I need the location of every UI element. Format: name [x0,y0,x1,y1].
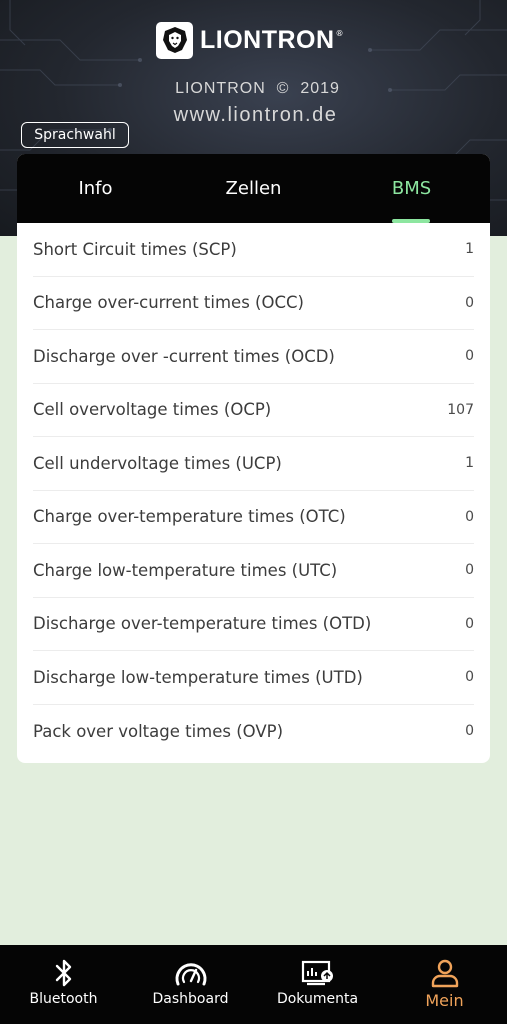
list-item: Charge low-temperature times (UTC) 0 [33,544,474,598]
stat-value: 0 [465,508,474,525]
documents-icon [301,957,335,989]
stat-label: Discharge low-temperature times (UTD) [33,667,363,687]
nav-documents[interactable]: Dokumenta [254,945,381,1024]
stat-label: Discharge over -current times (OCD) [33,346,335,366]
nav-dashboard[interactable]: Dashboard [127,945,254,1024]
stat-label: Charge low-temperature times (UTC) [33,560,338,580]
list-item: Discharge over -current times (OCD) 0 [33,330,474,384]
stat-label: Short Circuit times (SCP) [33,239,237,259]
list-item: Charge over-current times (OCC) 0 [33,277,474,330]
stat-value: 1 [465,455,474,472]
nav-label: Dashboard [152,991,229,1007]
stat-value: 0 [465,348,474,365]
stat-label: Cell overvoltage times (OCP) [33,400,272,420]
bottom-navigation: Bluetooth Dashboard Dokumenta Mein [0,945,507,1024]
list-item: Cell undervoltage times (UCP) 1 [33,437,474,491]
tab-label: Info [78,178,113,199]
lion-logo-icon [156,21,193,59]
nav-label: Dokumenta [276,991,359,1007]
stat-label: Cell undervoltage times (UCP) [33,453,282,473]
stat-value: 0 [465,562,474,579]
tab-info[interactable]: Info [17,154,174,223]
list-item: Discharge low-temperature times (UTD) 0 [33,651,474,705]
person-icon [430,957,460,989]
stat-value: 0 [465,615,474,632]
tab-label: BMS [391,178,432,199]
stat-value: 0 [465,723,474,740]
stat-value: 0 [465,669,474,686]
list-item: Charge over-temperature times (OTC) 0 [33,491,474,544]
stat-label: Pack over voltage times (OVP) [33,721,284,741]
tab-zellen[interactable]: Zellen [175,154,332,223]
bms-card: Info Zellen BMS Short Circuit times (SCP… [17,154,490,763]
tab-label: Zellen [225,178,282,199]
stat-value: 107 [447,401,474,418]
nav-label: Bluetooth [29,991,98,1007]
stat-value: 0 [465,294,474,311]
gauge-icon [174,957,208,989]
list-item: Cell overvoltage times (OCP) 107 [33,384,474,437]
nav-label: Mein [425,991,464,1010]
language-select-button[interactable]: Sprachwahl [21,122,129,148]
bluetooth-icon [53,957,75,989]
nav-mein[interactable]: Mein [381,945,507,1024]
list-item: Pack over voltage times (OVP) 0 [33,705,474,759]
stat-label: Charge over-current times (OCC) [33,293,304,313]
registered-mark: ® [335,29,344,38]
stat-label: Discharge over-temperature times (OTD) [33,614,372,634]
copyright-text: LIONTRON © 2019 [175,80,340,97]
tab-bms[interactable]: BMS [333,154,490,223]
list-item: Discharge over-temperature times (OTD) 0 [33,598,474,651]
bms-stats-list: Short Circuit times (SCP) 1 Charge over-… [33,223,474,758]
tab-bar: Info Zellen BMS [17,154,490,223]
brand-name: LIONTRON [200,25,335,54]
nav-bluetooth[interactable]: Bluetooth [0,945,127,1024]
brand-logo: LIONTRON ® [156,21,344,59]
list-item: Short Circuit times (SCP) 1 [33,223,474,277]
stat-value: 1 [465,241,474,258]
stat-label: Charge over-temperature times (OTC) [33,507,346,527]
